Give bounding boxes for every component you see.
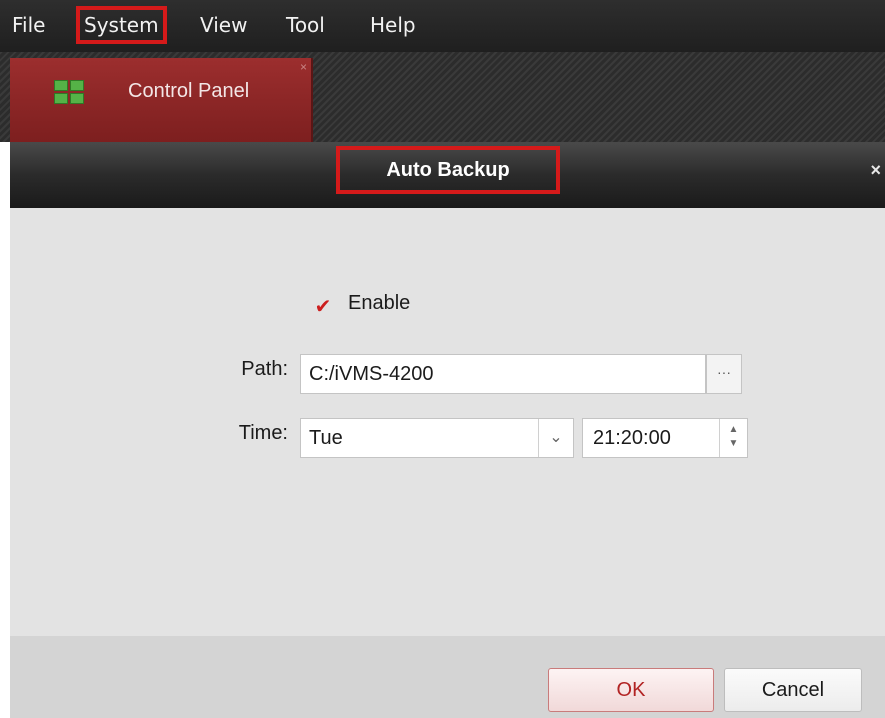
menu-bar: File System View Tool Help	[0, 0, 885, 52]
browse-button[interactable]: ···	[706, 354, 742, 394]
tab-control-panel[interactable]: Control Panel ×	[10, 58, 313, 142]
path-label: Path:	[241, 358, 288, 380]
time-value: 21:20:00	[593, 427, 671, 449]
menu-help[interactable]: Help	[370, 10, 416, 40]
tab-strip: Control Panel ×	[0, 52, 885, 142]
spin-icon[interactable]: ▲ ▼	[719, 419, 747, 457]
day-select-value: Tue	[309, 427, 343, 449]
cancel-button[interactable]: Cancel	[724, 668, 862, 712]
dialog-title: Auto Backup	[336, 146, 560, 194]
grid-icon	[54, 80, 84, 104]
time-label: Time:	[238, 422, 288, 444]
tab-label: Control Panel	[128, 80, 250, 102]
chevron-down-icon[interactable]: ⌄	[538, 419, 573, 457]
enable-checkbox[interactable]: ✔	[312, 296, 334, 318]
dialog-body: ✔ Enable Path: C:/iVMS-4200 ··· Time: Tu…	[10, 208, 885, 636]
time-field[interactable]: 21:20:00 ▲ ▼	[582, 418, 748, 458]
menu-system[interactable]: System	[76, 6, 167, 44]
dialog-footer: OK Cancel	[10, 636, 885, 718]
dialog-title-bar: Auto Backup ×	[10, 142, 885, 208]
close-icon[interactable]: ×	[870, 160, 881, 181]
enable-label: Enable	[348, 292, 411, 314]
day-select[interactable]: Tue ⌄	[300, 418, 574, 458]
app-window: File System View Tool Help Control Panel…	[0, 0, 885, 718]
path-field[interactable]: C:/iVMS-4200	[300, 354, 706, 394]
ok-button[interactable]: OK	[548, 668, 714, 712]
menu-view[interactable]: View	[200, 10, 247, 40]
tab-close-icon[interactable]: ×	[300, 60, 307, 74]
menu-file[interactable]: File	[12, 10, 45, 40]
menu-tool[interactable]: Tool	[286, 10, 325, 40]
